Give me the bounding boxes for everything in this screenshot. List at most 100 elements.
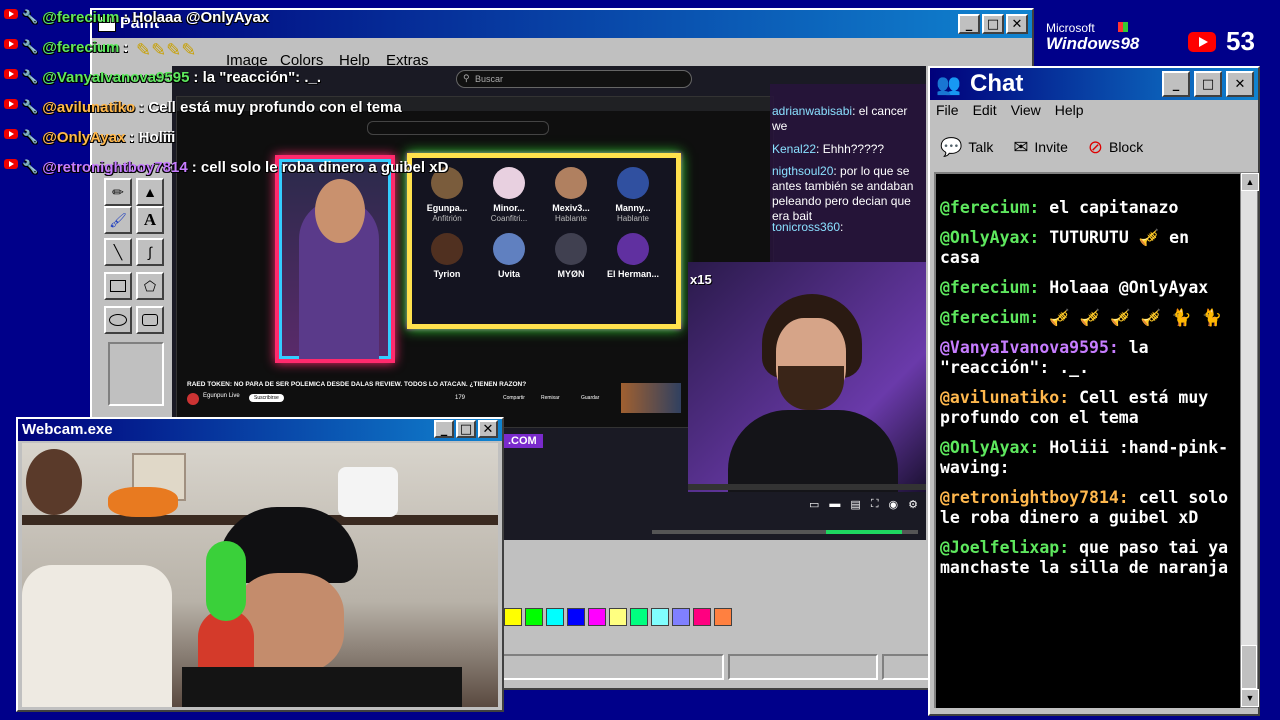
youtube-badge-icon (4, 99, 18, 109)
overlay-chat-text: : Holiii (129, 128, 176, 146)
menu-tool-icons: ✎✎✎✎ (136, 40, 197, 60)
scroll-up-button[interactable]: ▲ (1241, 173, 1259, 191)
chat-toolbar: 💬 Talk ✉ Invite ⊘ Block (940, 134, 1143, 160)
close-button[interactable]: ✕ (1006, 14, 1028, 34)
overlay-chat-text: : Holaaa @OnlyAyax (123, 8, 270, 26)
yt-chat-line: tonicross360: (772, 220, 922, 235)
palette-swatch[interactable] (588, 608, 606, 626)
overlay-chat-line: 🔧 @ferecium: Holaaa @OnlyAyax (4, 6, 269, 28)
scroll-thumb[interactable] (1241, 645, 1257, 689)
chat-message-text: el capitanazo (1049, 198, 1179, 217)
chat-message: @OnlyAyax: TUTURUTU 🎺 en casa (940, 228, 1234, 268)
webcam-close-button[interactable]: ✕ (478, 420, 498, 438)
webcam-maximize-button[interactable]: □ (456, 420, 476, 438)
guest-avatar (555, 233, 587, 265)
body (182, 667, 462, 707)
palette-swatch[interactable] (504, 608, 522, 626)
chat-message-user: @ferecium: (940, 198, 1040, 217)
overlay-chat-line: 🔧 @ferecium: (4, 36, 128, 58)
guest-name: Uvita (497, 269, 520, 279)
polygon-icon[interactable]: ⬠ (136, 272, 164, 300)
overlay-chat-user: @avilunatiko (42, 98, 136, 116)
rounded-rect-icon[interactable] (136, 306, 164, 334)
line-icon[interactable]: ╲ (104, 238, 132, 266)
overlay-chat-text: : Cell está muy profundo con el tema (139, 98, 402, 116)
gaming-chair (22, 565, 172, 707)
guest-name: Mexiv3... (552, 203, 590, 213)
guest-name: Manny... (615, 203, 651, 213)
overlay-chat-text: : (123, 38, 129, 56)
guest-avatar (617, 167, 649, 199)
palette-swatch[interactable] (672, 608, 690, 626)
guest-avatar (555, 167, 587, 199)
scroll-down-button[interactable]: ▼ (1241, 689, 1259, 707)
ellipse-icon[interactable] (104, 306, 132, 334)
wrench-icon: 🔧 (22, 129, 39, 144)
rectangle-icon[interactable] (104, 272, 132, 300)
chat-menu-help[interactable]: Help (1055, 102, 1084, 118)
palette-swatch[interactable] (567, 608, 585, 626)
fullscreen-icon[interactable]: ⛶ (871, 498, 879, 514)
settings-icon[interactable]: ⚙ (908, 498, 918, 514)
wrench-icon: 🔧 (22, 69, 39, 84)
brush-icon[interactable]: 🖌 (104, 206, 132, 234)
yt-chat-user: nigthsoul20 (772, 164, 834, 178)
toolbox: ✏ ▲ 🖌 A ╲ ∫ ⬠ (98, 70, 170, 410)
guest-name: Tyrion (433, 269, 461, 279)
badges: 🔧 (4, 129, 38, 145)
player-controls (688, 484, 926, 490)
subscribe-button[interactable]: Suscribirse (249, 394, 284, 402)
autoplay-icon[interactable]: ◉ (889, 498, 899, 514)
chat-menu-view[interactable]: View (1011, 102, 1041, 118)
chat-menu: File Edit View Help (936, 102, 1084, 118)
wrench-icon: 🔧 (22, 99, 39, 114)
block-button[interactable]: ⊘ Block (1088, 137, 1143, 158)
save-button[interactable]: Guardar (581, 395, 599, 401)
miniplayer-icon[interactable]: ▭ (809, 498, 819, 514)
youtube-icon (1188, 31, 1216, 52)
chat-maximize-button[interactable]: □ (1194, 71, 1222, 97)
palette-swatch[interactable] (651, 608, 669, 626)
palette-swatch[interactable] (693, 608, 711, 626)
status-pane-2 (728, 654, 878, 680)
remix-button[interactable]: Remixar (541, 395, 560, 401)
webcam-titlebar[interactable]: Webcam.exe _ □ ✕ (18, 419, 502, 441)
like-count[interactable]: 179 (455, 395, 465, 401)
palette-swatch[interactable] (525, 608, 543, 626)
chat-message-user: @retronightboy7814: (940, 488, 1129, 507)
chat-message: @ferecium: el capitanazo (940, 198, 1234, 218)
minimize-button[interactable]: _ (958, 14, 980, 34)
theater-icon[interactable]: ▬ (829, 498, 840, 514)
chat-message-user: @ferecium: (940, 278, 1040, 297)
progress-bar[interactable] (652, 530, 918, 534)
fill-icon[interactable]: ▲ (136, 178, 164, 206)
badges: 🔧 (4, 39, 38, 55)
palette-swatch[interactable] (630, 608, 648, 626)
search-bar[interactable]: ⚲ Buscar (456, 70, 692, 88)
chat-menu-file[interactable]: File (936, 102, 959, 118)
palette-swatch[interactable] (546, 608, 564, 626)
palette-swatch[interactable] (714, 608, 732, 626)
chat-menu-edit[interactable]: Edit (973, 102, 997, 118)
text-icon[interactable]: A (136, 206, 164, 234)
video-title: RAED TOKEN: NO PARA DE SER POLEMICA DESD… (187, 381, 527, 388)
invite-button[interactable]: ✉ Invite (1013, 137, 1068, 158)
curve-icon[interactable]: ∫ (136, 238, 164, 266)
overlay-chat-line: 🔧 @avilunatiko: Cell está muy profundo co… (4, 96, 402, 118)
chat-close-button[interactable]: ✕ (1226, 71, 1254, 97)
talk-button[interactable]: 💬 Talk (940, 137, 993, 158)
captions-icon[interactable]: ▤ (850, 498, 860, 514)
pencil-icon[interactable]: ✏ (104, 178, 132, 206)
maximize-button[interactable]: □ (982, 14, 1004, 34)
share-button[interactable]: Compartir (503, 395, 525, 401)
chat-titlebar[interactable]: 👥 Chat _ □ ✕ (930, 68, 1258, 100)
chat-scrollbar[interactable]: ▲ ▼ (1240, 172, 1259, 708)
wrench-icon: 🔧 (22, 9, 39, 24)
webcam-feed (22, 443, 498, 707)
yt-chat-line: nigthsoul20: por lo que se antes también… (772, 164, 922, 224)
chat-minimize-button[interactable]: _ (1162, 71, 1190, 97)
webcam-minimize-button[interactable]: _ (434, 420, 454, 438)
chat-message: @avilunatiko: Cell está muy profundo con… (940, 388, 1234, 428)
chat-message: @Joelfelixap: que paso tai ya manchaste … (940, 538, 1234, 578)
palette-swatch[interactable] (609, 608, 627, 626)
